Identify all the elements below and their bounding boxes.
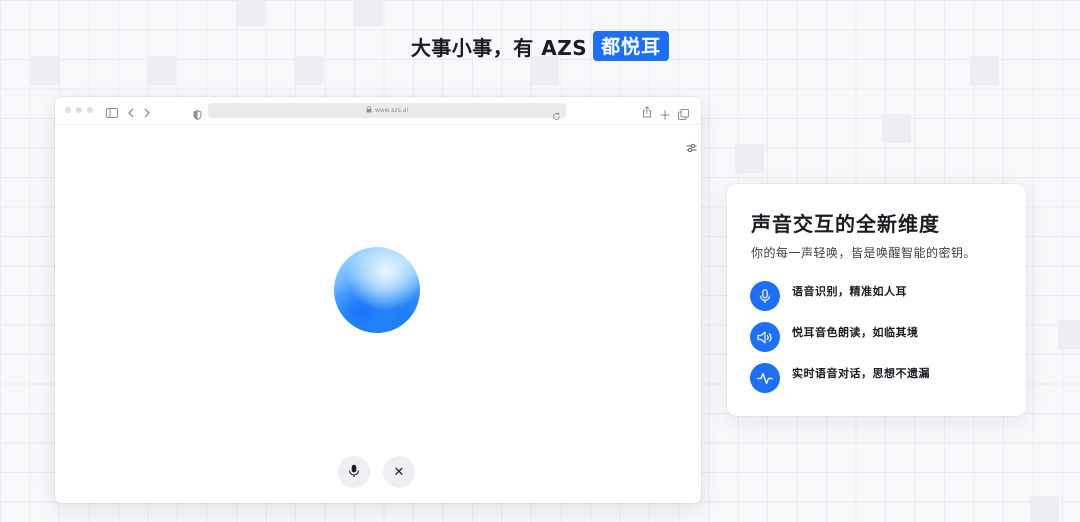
close-button[interactable]: ✕ <box>383 456 415 488</box>
reload-icon[interactable] <box>552 106 561 125</box>
card-title: 声音交互的全新维度 <box>751 212 940 236</box>
feature-label: 实时语音对话，思想不遗漏 <box>792 367 930 380</box>
url-text: www.azs.ai <box>374 107 409 114</box>
grid-tile <box>236 0 265 26</box>
feature-item: 实时语音对话，思想不遗漏 <box>750 363 930 393</box>
grid-tile <box>1058 320 1080 349</box>
grid-tile <box>882 114 911 143</box>
speaker-icon <box>750 322 780 352</box>
settings-sliders-icon[interactable] <box>686 138 697 157</box>
waveform-icon <box>750 363 780 393</box>
sidebar-toggle-icon[interactable] <box>106 104 118 123</box>
headline-badge: 都悦耳 <box>593 31 670 61</box>
grid-tile <box>735 144 764 173</box>
card-subtitle: 你的每一声轻唤，皆是唤醒智能的密钥。 <box>751 246 977 260</box>
feature-label: 悦耳音色朗读，如临其境 <box>792 326 919 339</box>
feature-item: 语音识别，精准如人耳 <box>750 281 907 311</box>
back-icon[interactable] <box>127 104 135 123</box>
new-tab-icon[interactable] <box>660 105 670 124</box>
feature-item: 悦耳音色朗读，如临其境 <box>750 322 919 352</box>
microphone-button[interactable] <box>338 456 370 488</box>
voice-orb <box>334 247 420 333</box>
address-bar[interactable]: www.azs.ai <box>208 103 566 120</box>
grid-tile <box>1030 496 1059 522</box>
tab-overview-icon[interactable] <box>677 105 689 124</box>
close-icon: ✕ <box>393 464 405 480</box>
headline: 大事小事，有 AZS 都悦耳 <box>0 31 1080 61</box>
microphone-icon <box>750 281 780 311</box>
grid-tile <box>353 0 382 26</box>
microphone-icon <box>348 463 360 482</box>
window-close-dot[interactable] <box>65 107 71 113</box>
feature-card: 声音交互的全新维度 你的每一声轻唤，皆是唤醒智能的密钥。 语音识别，精准如人耳 … <box>727 184 1026 416</box>
window-minimize-dot[interactable] <box>76 107 82 113</box>
headline-text: 大事小事，有 AZS <box>410 35 588 60</box>
privacy-shield-icon[interactable] <box>193 105 202 124</box>
lock-icon <box>366 106 372 115</box>
browser-window: www.azs.ai ✕ <box>55 97 701 503</box>
forward-icon[interactable] <box>143 104 151 123</box>
window-zoom-dot[interactable] <box>87 107 93 113</box>
feature-label: 语音识别，精准如人耳 <box>792 285 907 298</box>
share-icon[interactable] <box>642 103 652 122</box>
browser-toolbar: www.azs.ai <box>55 97 701 125</box>
